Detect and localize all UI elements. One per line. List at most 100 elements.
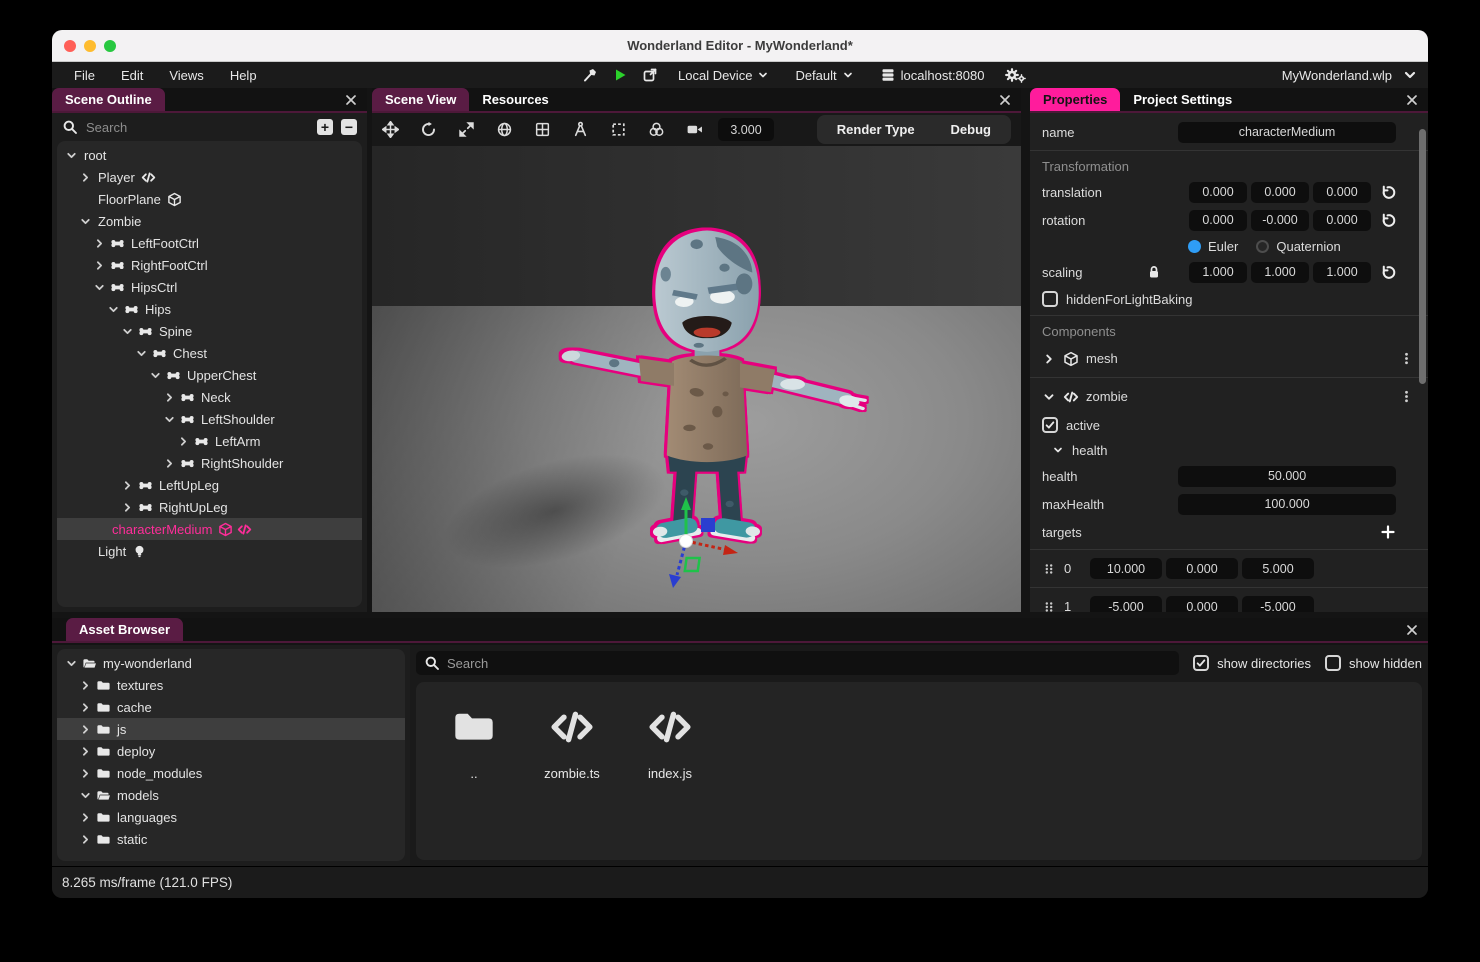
scaling-z-input[interactable]: 1.000 xyxy=(1313,262,1371,283)
asset-item-models[interactable]: models xyxy=(57,784,405,806)
translation-x-input[interactable]: 0.000 xyxy=(1189,182,1247,203)
close-window-button[interactable] xyxy=(64,40,76,52)
target-1-z-input[interactable]: -5.000 xyxy=(1242,596,1314,612)
quaternion-radio[interactable] xyxy=(1256,240,1269,253)
target-0-y-input[interactable]: 0.000 xyxy=(1166,558,1238,579)
asset-item-my-wonderland[interactable]: my-wonderland xyxy=(57,652,405,674)
rotation-x-input[interactable]: 0.000 xyxy=(1189,210,1247,231)
minimize-window-button[interactable] xyxy=(84,40,96,52)
chevron-down-icon[interactable] xyxy=(79,215,92,228)
outline-item-root[interactable]: root xyxy=(57,144,362,166)
scaling-x-input[interactable]: 1.000 xyxy=(1189,262,1247,283)
chevron-down-icon[interactable] xyxy=(79,789,92,802)
zoom-window-button[interactable] xyxy=(104,40,116,52)
chevron-right-icon[interactable] xyxy=(93,259,106,272)
colors-tool-button[interactable] xyxy=(648,121,665,138)
grid-tool-button[interactable] xyxy=(534,121,551,138)
outline-item-floorplane[interactable]: FloorPlane xyxy=(57,188,362,210)
chevron-down-icon[interactable] xyxy=(135,347,148,360)
build-icon[interactable] xyxy=(582,67,598,83)
euler-radio[interactable] xyxy=(1188,240,1201,253)
menu-views[interactable]: Views xyxy=(159,65,213,86)
outline-item-leftupleg[interactable]: LeftUpLeg xyxy=(57,474,362,496)
tab-asset-browser[interactable]: Asset Browser xyxy=(66,618,183,641)
chevron-right-icon[interactable] xyxy=(79,767,92,780)
health-input[interactable]: 50.000 xyxy=(1178,466,1396,487)
chevron-right-icon[interactable] xyxy=(79,171,92,184)
zombie-component-header[interactable]: zombie xyxy=(1030,381,1428,412)
scaling-y-input[interactable]: 1.000 xyxy=(1251,262,1309,283)
viewport-canvas[interactable] xyxy=(372,146,1021,612)
chevron-right-icon[interactable] xyxy=(79,679,92,692)
chevron-right-icon[interactable] xyxy=(163,457,176,470)
add-object-button[interactable]: + xyxy=(317,119,333,135)
asset-item-cache[interactable]: cache xyxy=(57,696,405,718)
chevron-right-icon[interactable] xyxy=(121,479,134,492)
asset-item-deploy[interactable]: deploy xyxy=(57,740,405,762)
show-hidden-toggle[interactable]: show hidden xyxy=(1325,655,1422,671)
outline-item-rightupleg[interactable]: RightUpLeg xyxy=(57,496,362,518)
measure-tool-button[interactable] xyxy=(572,121,589,138)
render-type-button[interactable]: Render Type xyxy=(821,119,931,140)
asset-item-languages[interactable]: languages xyxy=(57,806,405,828)
kebab-menu-icon[interactable] xyxy=(1399,351,1414,366)
chevron-down-icon[interactable] xyxy=(107,303,120,316)
outline-search-input[interactable] xyxy=(86,120,309,135)
show-directories-checkbox[interactable] xyxy=(1193,655,1209,671)
reset-translation-icon[interactable] xyxy=(1379,184,1396,201)
chevron-down-icon[interactable] xyxy=(1052,444,1064,456)
outline-item-charactermedium[interactable]: characterMedium xyxy=(57,518,362,540)
outline-item-rightshoulder[interactable]: RightShoulder xyxy=(57,452,362,474)
globe-tool-button[interactable] xyxy=(496,121,513,138)
outline-item-leftarm[interactable]: LeftArm xyxy=(57,430,362,452)
profile-selector[interactable]: Default xyxy=(789,66,859,85)
tab-scene-view[interactable]: Scene View xyxy=(372,88,469,111)
chevron-right-icon[interactable] xyxy=(79,701,92,714)
drag-handle-icon[interactable] xyxy=(1042,562,1056,576)
target-1-y-input[interactable]: 0.000 xyxy=(1166,596,1238,612)
asset-item-textures[interactable]: textures xyxy=(57,674,405,696)
menu-help[interactable]: Help xyxy=(220,65,267,86)
rotation-y-input[interactable]: -0.000 xyxy=(1251,210,1309,231)
properties-scrollbar[interactable] xyxy=(1419,129,1426,384)
kebab-menu-icon[interactable] xyxy=(1399,389,1414,404)
outline-item-upperchest[interactable]: UpperChest xyxy=(57,364,362,386)
outline-item-hipsctrl[interactable]: HipsCtrl xyxy=(57,276,362,298)
play-icon[interactable] xyxy=(612,67,628,83)
chevron-right-icon[interactable] xyxy=(79,723,92,736)
target-1-x-input[interactable]: -5.000 xyxy=(1090,596,1162,612)
chevron-right-icon[interactable] xyxy=(121,501,134,514)
chevron-down-icon[interactable] xyxy=(149,369,162,382)
chevron-down-icon[interactable] xyxy=(163,413,176,426)
active-checkbox[interactable] xyxy=(1042,417,1058,433)
chevron-right-icon[interactable] xyxy=(177,435,190,448)
mesh-component-header[interactable]: mesh xyxy=(1030,343,1428,374)
translation-y-input[interactable]: 0.000 xyxy=(1251,182,1309,203)
tab-scene-outline[interactable]: Scene Outline xyxy=(52,88,165,111)
chevron-right-icon[interactable] xyxy=(163,391,176,404)
chevron-right-icon[interactable] xyxy=(1042,352,1056,366)
tab-project-settings[interactable]: Project Settings xyxy=(1120,88,1245,111)
menu-edit[interactable]: Edit xyxy=(111,65,153,86)
tab-properties[interactable]: Properties xyxy=(1030,88,1120,111)
name-input[interactable]: characterMedium xyxy=(1178,122,1396,143)
outline-item-spine[interactable]: Spine xyxy=(57,320,362,342)
outline-item-hips[interactable]: Hips xyxy=(57,298,362,320)
file-item--[interactable]: .. xyxy=(426,704,522,781)
close-icon[interactable] xyxy=(343,92,359,108)
close-icon[interactable] xyxy=(1404,622,1420,638)
show-hidden-checkbox[interactable] xyxy=(1325,655,1341,671)
move-tool-button[interactable] xyxy=(382,121,399,138)
project-selector[interactable]: MyWonderland.wlp xyxy=(1282,67,1418,83)
debug-button[interactable]: Debug xyxy=(935,119,1007,140)
translation-z-input[interactable]: 0.000 xyxy=(1313,182,1371,203)
outline-item-leftfootctrl[interactable]: LeftFootCtrl xyxy=(57,232,362,254)
max-health-input[interactable]: 100.000 xyxy=(1178,494,1396,515)
target-0-x-input[interactable]: 10.000 xyxy=(1090,558,1162,579)
chevron-down-icon[interactable] xyxy=(93,281,106,294)
chevron-right-icon[interactable] xyxy=(79,811,92,824)
add-target-icon[interactable] xyxy=(1380,524,1396,540)
outline-item-zombie[interactable]: Zombie xyxy=(57,210,362,232)
camera-distance-input[interactable]: 3.000 xyxy=(718,118,774,141)
outline-item-light[interactable]: Light xyxy=(57,540,362,562)
